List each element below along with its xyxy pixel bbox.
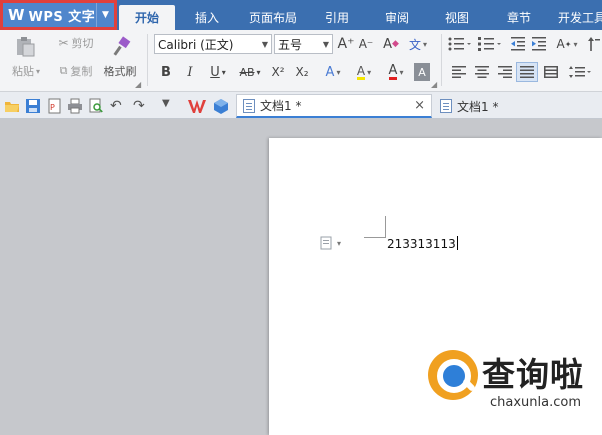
undo-icon[interactable]: ↶: [110, 98, 126, 114]
margin-corner-mark: [364, 216, 386, 238]
paste-icon[interactable]: [12, 34, 38, 58]
wps-w-logo-icon[interactable]: [188, 98, 206, 114]
watermark-title: 查询啦: [482, 355, 584, 394]
export-pdf-icon[interactable]: P: [46, 98, 62, 114]
tab-insert[interactable]: 插入: [182, 5, 232, 30]
document-tab-active[interactable]: 文档1 * ×: [236, 94, 432, 118]
wps-logo-icon: W: [8, 6, 25, 24]
align-center-icon[interactable]: [473, 64, 491, 80]
tab-home[interactable]: 开始: [119, 5, 175, 30]
open-folder-icon[interactable]: [4, 98, 20, 114]
watermark: 查询啦 chaxunla.com: [428, 348, 602, 418]
document-icon: [243, 98, 255, 113]
text-effect-button[interactable]: A ▾: [320, 63, 346, 81]
watermark-url: chaxunla.com: [490, 395, 581, 410]
save-icon[interactable]: [25, 98, 41, 114]
close-tab-icon[interactable]: ×: [414, 98, 425, 113]
chevron-down-icon: ▼: [261, 40, 268, 49]
align-left-icon[interactable]: [450, 64, 468, 80]
quick-access-toolbar: P ↶ ↷ ▼ 文档1 * × 文档1 *: [0, 92, 602, 119]
cut-button[interactable]: ✂ 剪切: [54, 36, 98, 50]
strikethrough-button[interactable]: AB ▾: [235, 63, 265, 81]
watermark-logo-icon: [428, 350, 478, 400]
subscript-button[interactable]: X₂: [292, 63, 312, 81]
tab-developer-tools[interactable]: 开发工具: [554, 5, 602, 30]
clear-format-button[interactable]: A ◆: [380, 34, 402, 54]
svg-text:P: P: [50, 103, 55, 112]
print-icon[interactable]: [67, 98, 83, 114]
eraser-icon: ◆: [391, 39, 399, 49]
tab-page-layout[interactable]: 页面布局: [240, 5, 306, 30]
separator: [147, 34, 148, 86]
separator: [441, 34, 442, 86]
line-spacing-button[interactable]: [566, 64, 594, 80]
grow-font-button[interactable]: A⁺: [337, 34, 355, 54]
bullet-list-button[interactable]: [447, 35, 473, 53]
scissors-icon: ✂: [58, 36, 69, 50]
paragraph-layout-icon[interactable]: ▾: [320, 236, 341, 250]
document-icon: [440, 99, 452, 113]
font-name-select[interactable]: Calibri (正文) ▼: [154, 34, 272, 54]
bold-button[interactable]: B: [158, 63, 174, 81]
app-title: WPS 文字: [28, 9, 96, 25]
customize-toolbar-chevron-down-icon[interactable]: ▼: [162, 98, 178, 114]
chinese-layout-button[interactable]: A ✦ ▾: [552, 35, 582, 53]
chevron-down-icon: ▼: [322, 40, 329, 49]
font-color-icon: A: [388, 62, 398, 80]
superscript-button[interactable]: X²: [268, 63, 288, 81]
font-size-select[interactable]: 五号 ▼: [274, 34, 333, 54]
numbered-list-button[interactable]: [477, 35, 503, 53]
align-right-icon[interactable]: [496, 64, 514, 80]
app-menu-dropdown-icon[interactable]: ▼: [96, 3, 114, 27]
redo-icon[interactable]: ↷: [133, 98, 149, 114]
print-preview-icon[interactable]: [88, 98, 104, 114]
decrease-indent-icon[interactable]: [509, 35, 527, 53]
document-text[interactable]: 213313113: [387, 236, 458, 251]
app-menu-button[interactable]: W WPS 文字 ▼: [0, 0, 117, 30]
underline-button[interactable]: U ▾: [205, 63, 231, 81]
menu-bar: W WPS 文字 ▼ 开始 插入 页面布局 引用 审阅 视图 章节 开发工具: [0, 0, 602, 30]
highlighter-icon: A: [356, 63, 366, 80]
tab-references[interactable]: 引用: [312, 5, 362, 30]
chinese-layout-icon: A: [556, 37, 565, 51]
sort-icon[interactable]: [586, 35, 602, 53]
phonetic-guide-button[interactable]: 文 ▾: [406, 34, 430, 54]
tab-chapter[interactable]: 章节: [494, 5, 544, 30]
text-effect-icon: A: [325, 64, 335, 80]
paste-button[interactable]: 粘贴 ▾: [4, 64, 48, 78]
text-caret: [456, 236, 458, 250]
increase-indent-icon[interactable]: [530, 35, 548, 53]
document-tab[interactable]: 文档1 *: [440, 94, 590, 118]
clipboard-dialog-launcher-icon[interactable]: ◢: [135, 80, 141, 89]
font-dialog-launcher-icon[interactable]: ◢: [431, 80, 437, 89]
format-painter-icon[interactable]: [108, 34, 134, 60]
copy-button[interactable]: ⧉ 复制: [54, 64, 98, 78]
tab-view[interactable]: 视图: [432, 5, 482, 30]
distributed-align-icon[interactable]: [542, 64, 560, 80]
ribbon: 粘贴 ▾ ✂ 剪切 ⧉ 复制 格式刷 ◢ Calibri (正文) ▼ 五号 ▼ A⁺ A…: [0, 30, 602, 92]
tab-review[interactable]: 审阅: [372, 5, 422, 30]
format-painter-button[interactable]: 格式刷: [100, 64, 140, 78]
font-color-button[interactable]: A ▾: [382, 63, 410, 81]
chevron-down-icon: ▾: [337, 238, 342, 248]
copy-icon: ⧉: [59, 64, 68, 77]
justify-icon[interactable]: [516, 62, 538, 82]
shrink-font-button[interactable]: A⁻: [357, 34, 375, 54]
italic-button[interactable]: I: [182, 63, 198, 81]
highlight-color-button[interactable]: A ▾: [350, 63, 378, 81]
cloud-cube-icon[interactable]: [213, 98, 229, 114]
character-shading-button[interactable]: A: [414, 63, 430, 81]
